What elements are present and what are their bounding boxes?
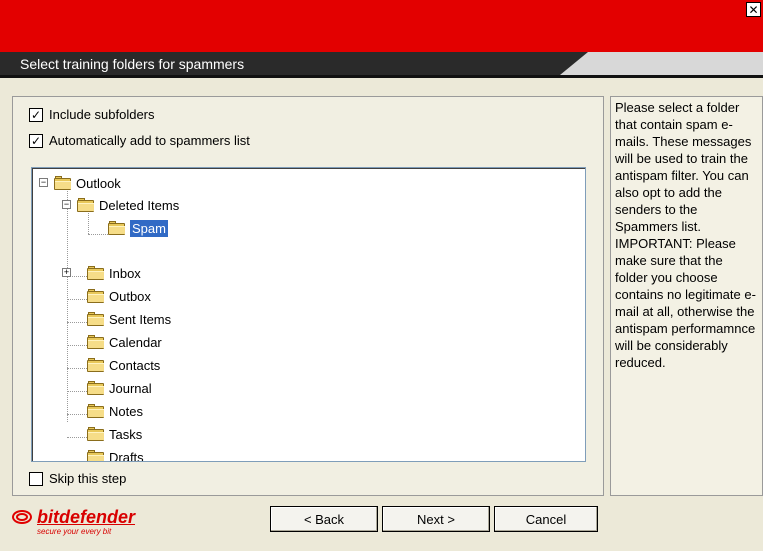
auto-add-label: Automatically add to spammers list [49, 133, 250, 148]
next-button[interactable]: Next > [382, 506, 490, 532]
tree-line [67, 299, 87, 300]
tree-node-spam[interactable]: Spam [108, 218, 168, 238]
close-button[interactable]: ✕ [746, 2, 761, 17]
folder-icon [87, 404, 105, 418]
tree-node-label: Inbox [109, 265, 141, 281]
tree-node-deleted-items[interactable]: Deleted Items [77, 195, 179, 215]
help-panel: Please select a folder that contain spam… [610, 96, 763, 496]
include-subfolders-checkbox[interactable]: ✓ [29, 107, 43, 122]
tree-node-notes[interactable]: Notes [87, 401, 143, 421]
tree-node-drafts[interactable]: Drafts [87, 447, 144, 462]
folder-icon [87, 358, 105, 372]
include-subfolders-label: Include subfolders [49, 107, 155, 122]
tree-node-label: Contacts [109, 357, 161, 373]
skip-step-checkbox[interactable] [29, 471, 43, 486]
brand-tagline: secure your every bit [37, 527, 112, 536]
folder-icon [54, 176, 72, 190]
tree-node-outlook[interactable]: Outlook [54, 173, 121, 193]
bitdefender-logo: bitdefender secure your every bit [12, 508, 135, 536]
content-area: ✓ Include subfolders ✓ Automatically add… [0, 78, 763, 496]
tree-node-calendar[interactable]: Calendar [87, 332, 162, 352]
tree-line [67, 414, 87, 415]
tree-line [88, 234, 108, 235]
options-pane: ✓ Include subfolders ✓ Automatically add… [12, 96, 604, 496]
collapse-outlook-toggle[interactable]: − [39, 178, 48, 187]
cancel-button[interactable]: Cancel [494, 506, 598, 532]
skip-step-label: Skip this step [49, 471, 127, 486]
auto-add-option[interactable]: ✓ Automatically add to spammers list [29, 133, 250, 148]
tree-node-label: Outbox [109, 288, 151, 304]
tree-node-label: Journal [109, 380, 152, 396]
tree-node-label: Deleted Items [99, 197, 180, 213]
tree-node-inbox[interactable]: Inbox [87, 263, 141, 283]
tree-node-label: Calendar [109, 334, 162, 350]
tree-line [67, 345, 87, 346]
button-bar: bitdefender secure your every bit < Back… [0, 496, 763, 551]
folder-tree[interactable]: − Outlook − Deleted Items Spam + Inbox O… [31, 167, 586, 462]
folder-icon [87, 312, 105, 326]
tree-node-label: Notes [109, 403, 143, 419]
folder-icon [87, 289, 105, 303]
tree-line [67, 391, 87, 392]
title-bar: ✕ [0, 0, 763, 52]
tree-node-tasks[interactable]: Tasks [87, 424, 142, 444]
expand-inbox-toggle[interactable]: + [62, 268, 71, 277]
tree-node-outbox[interactable]: Outbox [87, 286, 151, 306]
tree-node-label: Drafts [109, 449, 144, 462]
folder-icon [87, 335, 105, 349]
tree-line [67, 437, 87, 438]
help-text: Please select a folder that contain spam… [615, 100, 756, 370]
tree-node-label: Tasks [109, 426, 143, 442]
tree-line [67, 322, 87, 323]
folder-icon [77, 198, 95, 212]
folder-icon [87, 450, 105, 461]
back-button[interactable]: < Back [270, 506, 378, 532]
tree-node-label-selected: Spam [130, 219, 168, 237]
bitdefender-logo-icon [12, 508, 34, 526]
include-subfolders-option[interactable]: ✓ Include subfolders [29, 107, 155, 122]
close-icon: ✕ [748, 2, 759, 17]
dialog-title: Select training folders for spammers [0, 52, 588, 75]
dialog-header: Select training folders for spammers [0, 52, 763, 78]
tree-node-contacts[interactable]: Contacts [87, 355, 160, 375]
auto-add-checkbox[interactable]: ✓ [29, 133, 43, 148]
tree-node-label: Outlook [76, 175, 121, 191]
collapse-deleted-items-toggle[interactable]: − [62, 200, 71, 209]
tree-node-journal[interactable]: Journal [87, 378, 152, 398]
folder-icon [87, 427, 105, 441]
folder-icon [87, 381, 105, 395]
tree-line [67, 188, 68, 422]
folder-icon [87, 266, 105, 280]
tree-line [67, 368, 87, 369]
skip-step-option[interactable]: Skip this step [29, 471, 126, 486]
folder-icon [108, 221, 126, 235]
brand-name: bitdefender [37, 507, 136, 527]
tree-node-sent-items[interactable]: Sent Items [87, 309, 171, 329]
tree-node-label: Sent Items [109, 311, 172, 327]
